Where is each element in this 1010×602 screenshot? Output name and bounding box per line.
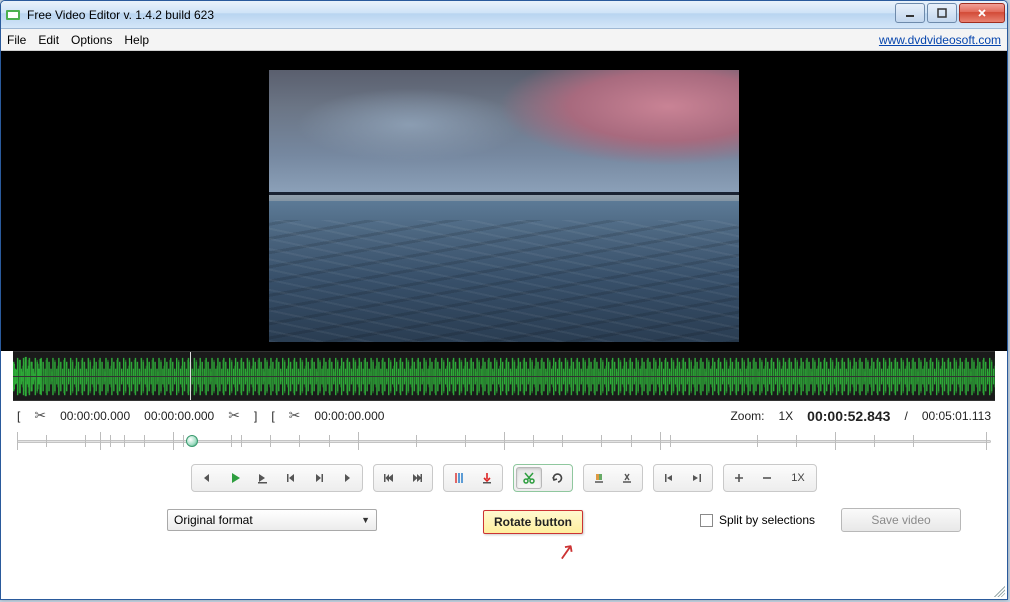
transport-toolbar: 1X xyxy=(1,458,1007,500)
output-format-value: Original format xyxy=(174,513,253,527)
mark-out-button[interactable] xyxy=(684,467,710,489)
step-back-button[interactable] xyxy=(194,467,220,489)
vendor-link[interactable]: www.dvdvideosoft.com xyxy=(879,33,1001,47)
left-bracket2-icon: [ xyxy=(271,409,274,423)
trim-left-button[interactable] xyxy=(586,467,612,489)
goto-end-button[interactable] xyxy=(404,467,430,489)
set-markers-button[interactable] xyxy=(446,467,472,489)
maximize-button[interactable] xyxy=(927,3,957,23)
selection-end-time: 00:00:00.000 xyxy=(144,409,214,423)
zoom-reset-label: 1X xyxy=(791,472,804,484)
menu-file[interactable]: File xyxy=(7,33,26,47)
goto-start-button[interactable] xyxy=(376,467,402,489)
tooltip-rotate: Rotate button xyxy=(483,510,583,534)
timeline-thumb[interactable] xyxy=(186,435,198,447)
minimize-button[interactable] xyxy=(895,3,925,23)
split-by-selections-checkbox[interactable]: Split by selections xyxy=(700,513,815,527)
close-button[interactable] xyxy=(959,3,1005,23)
trim-center-button[interactable] xyxy=(614,467,640,489)
total-time: 00:05:01.113 xyxy=(922,409,991,423)
resize-grip-icon[interactable] xyxy=(991,583,1005,597)
zoom-label: Zoom: xyxy=(730,409,764,423)
timeline-slider[interactable] xyxy=(17,426,991,456)
time-separator: / xyxy=(904,409,907,423)
selection-start-time: 00:00:00.000 xyxy=(60,409,130,423)
mark-in-button[interactable] xyxy=(656,467,682,489)
prev-frame-button[interactable] xyxy=(278,467,304,489)
menu-help[interactable]: Help xyxy=(124,33,149,47)
rotate-button[interactable] xyxy=(544,467,570,489)
titlebar[interactable]: Free Video Editor v. 1.4.2 build 623 xyxy=(1,1,1007,29)
current-time: 00:00:52.843 xyxy=(807,408,890,424)
audio-waveform[interactable] xyxy=(13,351,995,401)
scissors-start-icon: ✂ xyxy=(34,407,46,424)
app-icon xyxy=(5,7,21,23)
video-frame[interactable] xyxy=(269,70,739,342)
play-button[interactable] xyxy=(222,467,248,489)
window-title: Free Video Editor v. 1.4.2 build 623 xyxy=(27,8,214,22)
menu-options[interactable]: Options xyxy=(71,33,112,47)
app-window: Free Video Editor v. 1.4.2 build 623 Fil… xyxy=(0,0,1008,600)
waveform-playhead[interactable] xyxy=(190,352,191,400)
play-selection-button[interactable] xyxy=(250,467,276,489)
save-video-button[interactable]: Save video xyxy=(841,508,961,532)
zoom-in-button[interactable] xyxy=(726,467,752,489)
cut-start-time: 00:00:00.000 xyxy=(314,409,384,423)
split-by-selections-label: Split by selections xyxy=(719,513,815,527)
selection-info-row: [ ✂ 00:00:00.000 00:00:00.000 ✂ ] [ ✂ 00… xyxy=(1,401,1007,426)
zoom-value: 1X xyxy=(778,409,793,423)
next-frame-button[interactable] xyxy=(306,467,332,489)
cut-button[interactable] xyxy=(516,467,542,489)
checkbox-box[interactable] xyxy=(700,514,713,527)
scissors-cut-icon: ✂ xyxy=(289,407,301,424)
right-bracket-icon: ] xyxy=(254,409,257,423)
zoom-reset-button[interactable]: 1X xyxy=(782,467,814,489)
menu-edit[interactable]: Edit xyxy=(38,33,59,47)
video-preview-area xyxy=(1,51,1007,351)
step-forward-button[interactable] xyxy=(334,467,360,489)
bottom-bar: Original format ▼ Rotate button Split by… xyxy=(1,500,1007,542)
left-bracket-icon: [ xyxy=(17,409,20,423)
menubar: File Edit Options Help www.dvdvideosoft.… xyxy=(1,29,1007,51)
set-marker-down-button[interactable] xyxy=(474,467,500,489)
zoom-out-button[interactable] xyxy=(754,467,780,489)
output-format-select[interactable]: Original format ▼ xyxy=(167,509,377,531)
chevron-down-icon: ▼ xyxy=(361,515,370,525)
scissors-end-icon: ✂ xyxy=(228,407,240,424)
